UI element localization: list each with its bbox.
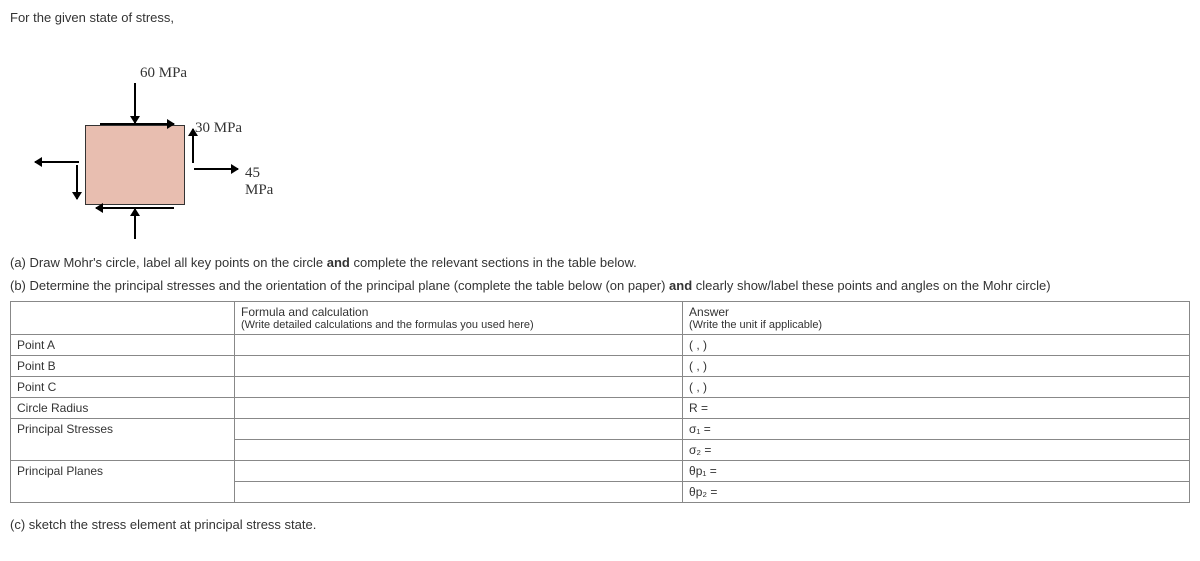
part-a-post: complete the relevant sections in the ta… (350, 255, 637, 270)
part-b-pre: (b) Determine the principal stresses and… (10, 278, 669, 293)
part-b: (b) Determine the principal stresses and… (10, 278, 1190, 293)
radius-answer: R = (683, 398, 1190, 419)
part-b-bold: and (669, 278, 692, 293)
arrow-up-bottom (134, 209, 136, 239)
part-b-post: clearly show/label these points and angl… (692, 278, 1050, 293)
answer-table: Formula and calculation (Write detailed … (10, 301, 1190, 503)
radius-label: Circle Radius (11, 398, 235, 419)
header-col3-line1: Answer (689, 305, 1183, 319)
header-col2-line2: (Write detailed calculations and the for… (241, 319, 676, 331)
row-point-c: Point C ( , ) (11, 377, 1190, 398)
header-col3: Answer (Write the unit if applicable) (683, 302, 1190, 335)
pointA-answer: ( , ) (683, 335, 1190, 356)
pointB-label: Point B (11, 356, 235, 377)
part-a: (a) Draw Mohr's circle, label all key po… (10, 255, 1190, 270)
row-radius: Circle Radius R = (11, 398, 1190, 419)
radius-formula (235, 398, 683, 419)
arrow-down-top (134, 83, 136, 123)
header-col3-line2: (Write the unit if applicable) (689, 319, 1183, 331)
sigma2-answer: σ₂ = (683, 440, 1190, 461)
row-point-a: Point A ( , ) (11, 335, 1190, 356)
thetap2-answer: θp₂ = (683, 482, 1190, 503)
label-60mpa: 60 MPa (140, 65, 187, 82)
part-a-pre: (a) Draw Mohr's circle, label all key po… (10, 255, 327, 270)
part-c: (c) sketch the stress element at princip… (10, 517, 1190, 532)
sigma1-formula (235, 419, 683, 440)
thetap1-formula (235, 461, 683, 482)
pointC-formula (235, 377, 683, 398)
table-header-row: Formula and calculation (Write detailed … (11, 302, 1190, 335)
pointA-formula (235, 335, 683, 356)
label-45mpa: 45 MPa (245, 165, 290, 199)
row-principal-stress-1: Principal Stresses σ₁ = (11, 419, 1190, 440)
intro-text: For the given state of stress, (10, 10, 1190, 25)
arrow-normal-left (35, 161, 79, 163)
stress-diagram: 60 MPa 30 MPa 45 MPa (10, 35, 290, 235)
row-principal-plane-1: Principal Planes θp₁ = (11, 461, 1190, 482)
pointB-formula (235, 356, 683, 377)
arrow-normal-right (194, 168, 238, 170)
pointC-answer: ( , ) (683, 377, 1190, 398)
header-col2-line1: Formula and calculation (241, 305, 676, 319)
thetap2-formula (235, 482, 683, 503)
arrow-shear-top (100, 123, 174, 125)
pointC-label: Point C (11, 377, 235, 398)
header-col2: Formula and calculation (Write detailed … (235, 302, 683, 335)
arrow-shear-left-down (76, 165, 78, 199)
stress-element-square (85, 125, 185, 205)
principal-stresses-label: Principal Stresses (11, 419, 235, 461)
principal-planes-label: Principal Planes (11, 461, 235, 503)
thetap1-answer: θp₁ = (683, 461, 1190, 482)
pointA-label: Point A (11, 335, 235, 356)
arrow-shear-right-up (192, 129, 194, 163)
row-point-b: Point B ( , ) (11, 356, 1190, 377)
sigma2-formula (235, 440, 683, 461)
pointB-answer: ( , ) (683, 356, 1190, 377)
part-a-bold: and (327, 255, 350, 270)
header-col1 (11, 302, 235, 335)
sigma1-answer: σ₁ = (683, 419, 1190, 440)
label-30mpa: 30 MPa (195, 120, 242, 137)
